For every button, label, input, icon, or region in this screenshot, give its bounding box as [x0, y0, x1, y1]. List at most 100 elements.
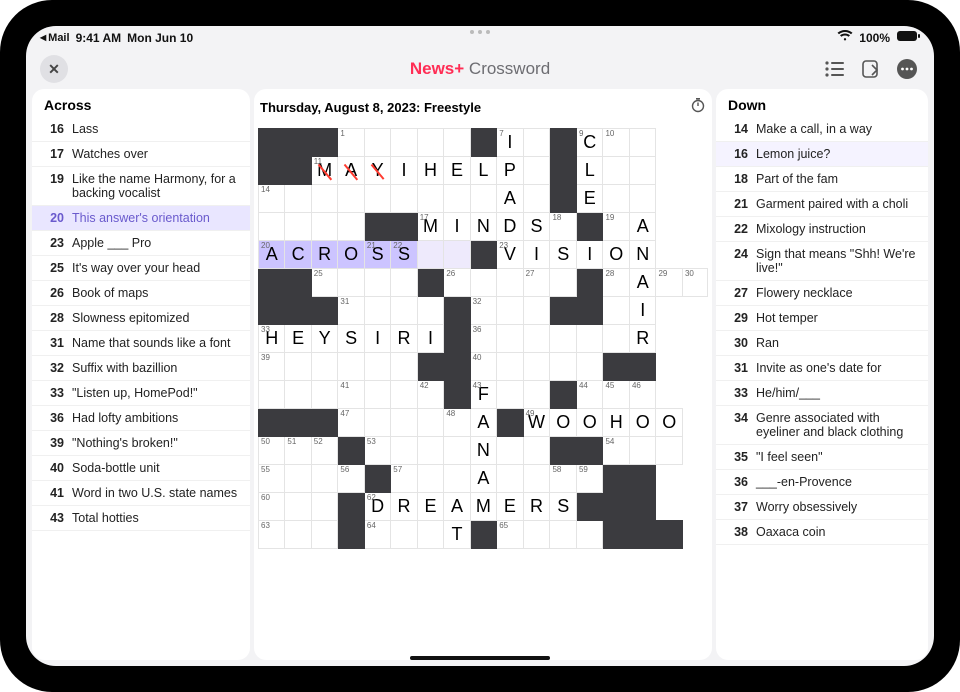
down-clue[interactable]: 24Sign that means "Shh! We're live!"	[716, 242, 928, 281]
grid-cell[interactable]: T	[444, 521, 470, 549]
grid-cell[interactable]	[550, 521, 577, 549]
grid-cell[interactable]: A	[629, 213, 656, 241]
grid-cell[interactable]	[417, 521, 444, 549]
timer-icon[interactable]	[690, 97, 706, 118]
grid-cell[interactable]	[523, 297, 550, 325]
grid-cell[interactable]	[391, 129, 417, 157]
grid-cell[interactable]: 21S	[364, 241, 390, 269]
across-clue[interactable]: 25It's way over your head	[32, 256, 250, 281]
grid-cell[interactable]	[603, 325, 630, 353]
grid-cell[interactable]: A	[470, 465, 497, 493]
grid-cell[interactable]: S	[338, 325, 365, 353]
grid-cell[interactable]	[523, 465, 550, 493]
grid-cell[interactable]: 47	[338, 409, 365, 437]
grid-cell[interactable]	[656, 437, 683, 465]
grid-cell[interactable]: 64	[364, 521, 390, 549]
grid-cell[interactable]	[311, 353, 338, 381]
down-clue[interactable]: 21Garment paired with a choli	[716, 192, 928, 217]
down-clue[interactable]: 29Hot temper	[716, 306, 928, 331]
grid-cell[interactable]	[444, 185, 470, 213]
grid-cell[interactable]: 11M	[311, 157, 338, 185]
grid-cell[interactable]: S	[550, 493, 577, 521]
grid-cell[interactable]: R	[629, 325, 656, 353]
pencil-icon[interactable]	[858, 56, 884, 82]
grid-cell[interactable]: 14	[259, 185, 285, 213]
grid-cell[interactable]: S	[523, 213, 550, 241]
grid-cell[interactable]: 19	[603, 213, 630, 241]
grid-cell[interactable]	[311, 493, 338, 521]
grid-cell[interactable]: 26	[444, 269, 470, 297]
down-clue[interactable]: 33He/him/___	[716, 381, 928, 406]
down-clue[interactable]: 22Mixology instruction	[716, 217, 928, 242]
grid-cell[interactable]: 41	[338, 381, 365, 409]
grid-cell[interactable]: 31	[338, 297, 365, 325]
grid-cell[interactable]	[629, 185, 656, 213]
across-clue[interactable]: 20This answer's orientation	[32, 206, 250, 231]
grid-cell[interactable]	[497, 465, 523, 493]
grid-cell[interactable]	[391, 521, 417, 549]
grid-cell[interactable]	[417, 185, 444, 213]
crossword-board[interactable]: 17I9C1011MAYIHELPL14AE17MINDS1819A20ACRO…	[254, 124, 712, 652]
back-to-app[interactable]: Mail	[40, 32, 70, 44]
grid-cell[interactable]	[603, 157, 630, 185]
grid-cell[interactable]: O	[550, 409, 577, 437]
grid-cell[interactable]: 48	[444, 409, 470, 437]
grid-cell[interactable]	[497, 353, 523, 381]
grid-cell[interactable]	[417, 297, 444, 325]
grid-cell[interactable]: O	[656, 409, 683, 437]
grid-cell[interactable]	[497, 381, 523, 409]
multitask-dots[interactable]	[470, 30, 490, 34]
grid-cell[interactable]: 43F	[470, 381, 497, 409]
grid-cell[interactable]	[497, 297, 523, 325]
grid-cell[interactable]: 17M	[417, 213, 444, 241]
grid-cell[interactable]: I	[391, 157, 417, 185]
grid-cell[interactable]	[285, 353, 311, 381]
down-clue[interactable]: 14Make a call, in a way	[716, 117, 928, 142]
grid-cell[interactable]: D	[497, 213, 523, 241]
grid-cell[interactable]	[629, 157, 656, 185]
grid-cell[interactable]: 50	[259, 437, 285, 465]
grid-cell[interactable]: 45	[603, 381, 630, 409]
grid-cell[interactable]: O	[603, 241, 630, 269]
grid-cell[interactable]: A	[470, 409, 497, 437]
more-icon[interactable]	[894, 56, 920, 82]
grid-cell[interactable]	[497, 325, 523, 353]
across-clue[interactable]: 36Had lofty ambitions	[32, 406, 250, 431]
down-clue[interactable]: 27Flowery necklace	[716, 281, 928, 306]
grid-cell[interactable]	[364, 353, 390, 381]
grid-cell[interactable]	[285, 493, 311, 521]
grid-cell[interactable]	[391, 409, 417, 437]
grid-cell[interactable]	[470, 269, 497, 297]
grid-cell[interactable]: 30	[682, 269, 707, 297]
grid-cell[interactable]	[417, 409, 444, 437]
grid-cell[interactable]: 40	[470, 353, 497, 381]
grid-cell[interactable]: I	[444, 213, 470, 241]
across-clue[interactable]: 39"Nothing's broken!"	[32, 431, 250, 456]
grid-cell[interactable]	[338, 353, 365, 381]
grid-cell[interactable]	[470, 185, 497, 213]
grid-cell[interactable]: 52	[311, 437, 338, 465]
grid-cell[interactable]: H	[417, 157, 444, 185]
grid-cell[interactable]	[603, 297, 630, 325]
grid-cell[interactable]: I	[364, 325, 390, 353]
grid-cell[interactable]	[523, 157, 550, 185]
grid-cell[interactable]: 63	[259, 521, 285, 549]
down-clue[interactable]: 37Worry obsessively	[716, 495, 928, 520]
across-clue[interactable]: 26Book of maps	[32, 281, 250, 306]
grid-cell[interactable]	[444, 241, 470, 269]
grid-cell[interactable]: 57	[391, 465, 417, 493]
down-clue[interactable]: 18Part of the fam	[716, 167, 928, 192]
across-clue[interactable]: 16Lass	[32, 117, 250, 142]
grid-cell[interactable]: 29	[656, 269, 683, 297]
grid-cell[interactable]: L	[470, 157, 497, 185]
grid-cell[interactable]	[417, 437, 444, 465]
grid-cell[interactable]: 53	[364, 437, 390, 465]
grid-cell[interactable]	[285, 185, 311, 213]
grid-cell[interactable]: 62D	[364, 493, 390, 521]
grid-cell[interactable]: 23V	[497, 241, 523, 269]
grid-cell[interactable]: 22S	[391, 241, 417, 269]
grid-cell[interactable]: I	[629, 297, 656, 325]
grid-cell[interactable]: 55	[259, 465, 285, 493]
grid-cell[interactable]: 42	[417, 381, 444, 409]
close-button[interactable]: ✕	[40, 55, 68, 83]
